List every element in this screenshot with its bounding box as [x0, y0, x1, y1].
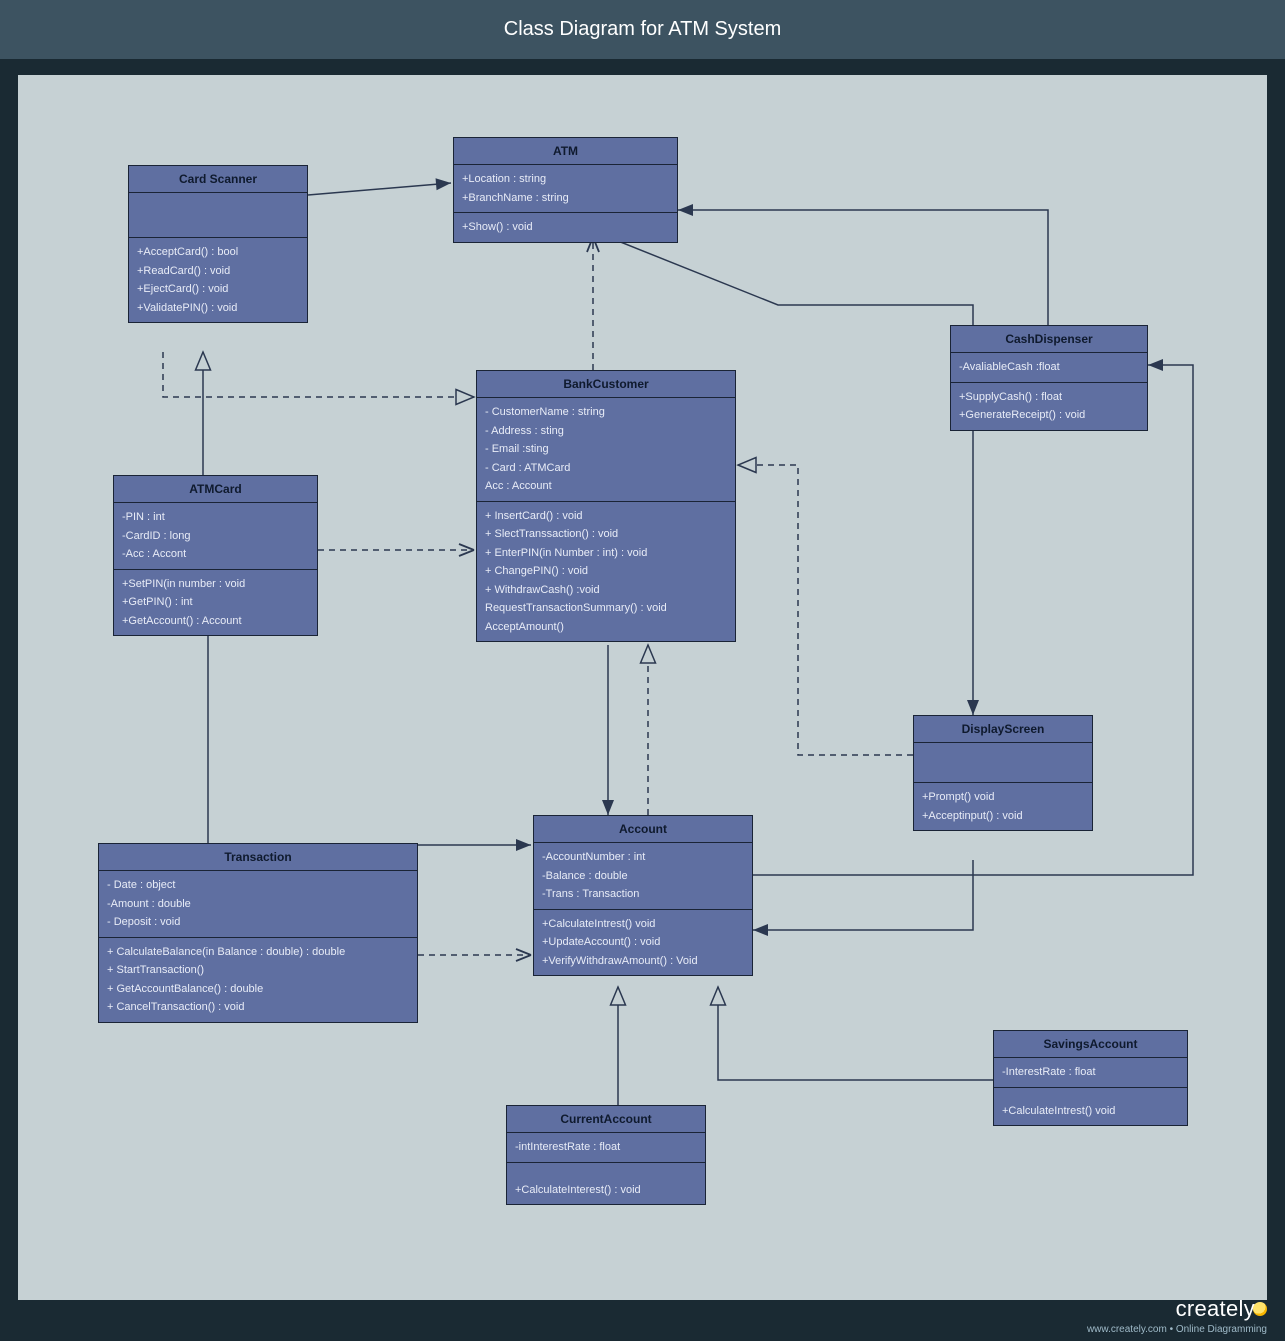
- class-atmcard[interactable]: ATMCard -PIN : int -CardID : long -Acc :…: [113, 475, 318, 636]
- class-currentaccount[interactable]: CurrentAccount -intInterestRate : float …: [506, 1105, 706, 1205]
- class-account[interactable]: Account -AccountNumber : int -Balance : …: [533, 815, 753, 976]
- diagram-canvas: Card Scanner +AcceptCard() : bool +ReadC…: [18, 75, 1267, 1300]
- class-name: CashDispenser: [951, 326, 1147, 353]
- footer-tagline: www.creately.com • Online Diagramming: [1087, 1324, 1267, 1335]
- class-attributes: -InterestRate : float: [994, 1058, 1187, 1088]
- class-name: Card Scanner: [129, 166, 307, 193]
- class-attributes: -intInterestRate : float: [507, 1133, 705, 1163]
- class-operations: +CalculateInterest() : void: [507, 1163, 705, 1205]
- class-attributes: [914, 743, 1092, 783]
- class-card-scanner[interactable]: Card Scanner +AcceptCard() : bool +ReadC…: [128, 165, 308, 323]
- class-name: ATM: [454, 138, 677, 165]
- class-attributes: -AvaliableCash :float: [951, 353, 1147, 383]
- class-operations: +CalculateIntrest() void +UpdateAccount(…: [534, 910, 752, 976]
- brand-logo: creately: [1087, 1296, 1267, 1322]
- class-bankcustomer[interactable]: BankCustomer - CustomerName : string - A…: [476, 370, 736, 642]
- class-operations: +CalculateIntrest() void: [994, 1088, 1187, 1126]
- class-operations: +Prompt() void +Acceptinput() : void: [914, 783, 1092, 830]
- class-operations: +AcceptCard() : bool +ReadCard() : void …: [129, 238, 307, 322]
- class-attributes: [129, 193, 307, 238]
- footer: creately www.creately.com • Online Diagr…: [1087, 1296, 1267, 1335]
- class-operations: + CalculateBalance(in Balance : double) …: [99, 938, 417, 1022]
- class-operations: +Show() : void: [454, 213, 677, 242]
- class-operations: +SupplyCash() : float +GenerateReceipt()…: [951, 383, 1147, 430]
- class-name: SavingsAccount: [994, 1031, 1187, 1058]
- class-attributes: - Date : object -Amount : double - Depos…: [99, 871, 417, 938]
- class-displayscreen[interactable]: DisplayScreen +Prompt() void +Acceptinpu…: [913, 715, 1093, 831]
- class-name: Account: [534, 816, 752, 843]
- page-title: Class Diagram for ATM System: [0, 0, 1285, 59]
- class-name: BankCustomer: [477, 371, 735, 398]
- class-attributes: - CustomerName : string - Address : stin…: [477, 398, 735, 502]
- class-savingsaccount[interactable]: SavingsAccount -InterestRate : float +Ca…: [993, 1030, 1188, 1126]
- class-atm[interactable]: ATM +Location : string +BranchName : str…: [453, 137, 678, 243]
- class-attributes: -AccountNumber : int -Balance : double -…: [534, 843, 752, 910]
- class-attributes: -PIN : int -CardID : long -Acc : Accont: [114, 503, 317, 570]
- class-transaction[interactable]: Transaction - Date : object -Amount : do…: [98, 843, 418, 1023]
- class-cashdispenser[interactable]: CashDispenser -AvaliableCash :float +Sup…: [950, 325, 1148, 431]
- class-name: DisplayScreen: [914, 716, 1092, 743]
- class-operations: +SetPIN(in number : void +GetPIN() : int…: [114, 570, 317, 636]
- bulb-icon: [1253, 1302, 1267, 1316]
- class-name: ATMCard: [114, 476, 317, 503]
- class-operations: + InsertCard() : void + SlectTranssactio…: [477, 502, 735, 642]
- class-attributes: +Location : string +BranchName : string: [454, 165, 677, 213]
- class-name: Transaction: [99, 844, 417, 871]
- class-name: CurrentAccount: [507, 1106, 705, 1133]
